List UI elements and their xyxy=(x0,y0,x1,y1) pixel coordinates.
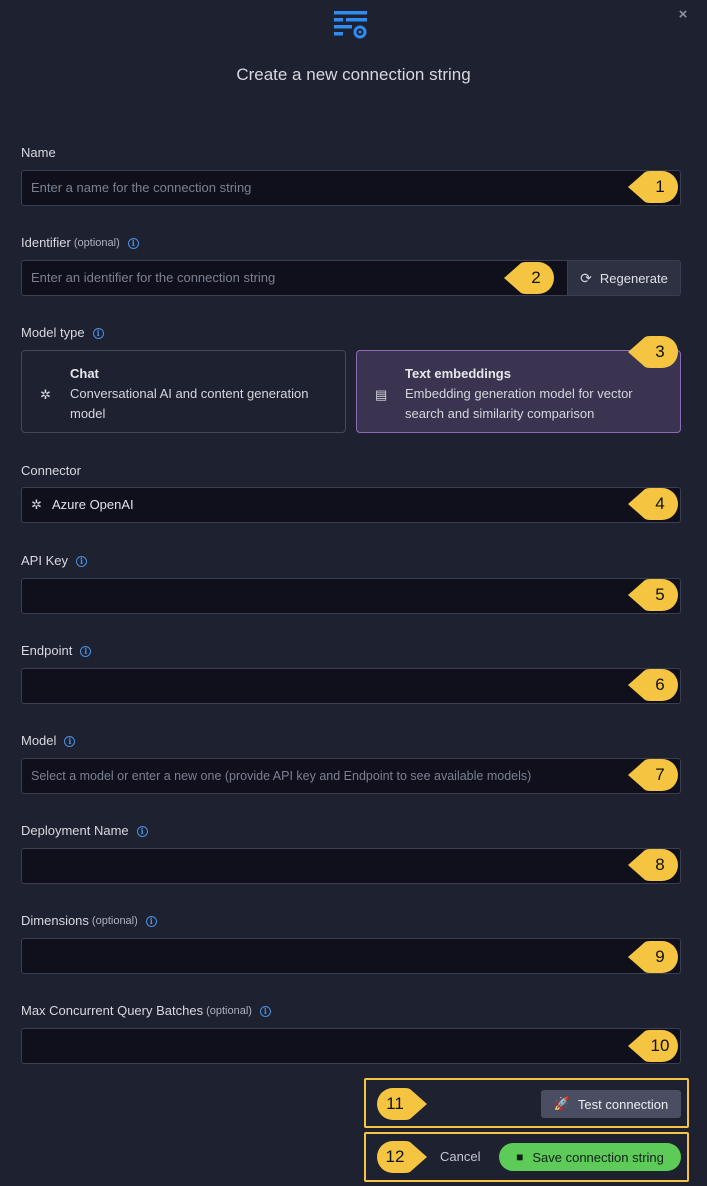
refresh-icon: ⟳ xyxy=(580,269,592,286)
identifier-input[interactable]: Enter an identifier for the connection s… xyxy=(21,260,568,296)
name-input[interactable]: Enter a name for the connection string xyxy=(21,170,681,206)
dimensions-input[interactable] xyxy=(21,938,681,974)
info-icon[interactable]: i xyxy=(64,735,76,747)
info-icon[interactable]: i xyxy=(80,645,92,657)
connection-string-icon xyxy=(333,10,369,40)
save-connection-string-button[interactable]: ■ Save connection string xyxy=(499,1143,681,1171)
model-input[interactable]: Select a model or enter a new one (provi… xyxy=(21,758,681,794)
callout-marker: 1 xyxy=(627,170,679,204)
endpoint-label: Endpoint i xyxy=(21,643,92,659)
callout-marker: 11 xyxy=(376,1087,428,1121)
info-icon[interactable]: i xyxy=(92,327,104,339)
model-label: Model i xyxy=(21,733,76,749)
api-key-label: API Key i xyxy=(21,553,87,569)
identifier-label: Identifier (optional) i xyxy=(21,235,139,251)
dialog-title: Create a new connection string xyxy=(236,65,471,84)
callout-marker: 10 xyxy=(627,1029,679,1063)
callout-marker: 5 xyxy=(627,578,679,612)
regenerate-button[interactable]: ⟳ Regenerate xyxy=(567,260,681,296)
model-type-chat-card[interactable]: ✲ Chat Conversational AI and content gen… xyxy=(21,350,346,433)
chat-card-title: Chat xyxy=(70,366,99,381)
close-icon[interactable]: × xyxy=(676,7,690,23)
name-label: Name xyxy=(21,145,56,160)
callout-marker: 8 xyxy=(627,848,679,882)
endpoint-input[interactable] xyxy=(21,668,681,704)
callout-marker: 4 xyxy=(627,487,679,521)
deployment-name-input[interactable] xyxy=(21,848,681,884)
max-batches-label: Max Concurrent Query Batches (optional) i xyxy=(21,1003,271,1019)
api-key-input[interactable] xyxy=(21,578,681,614)
test-connection-button[interactable]: 🚀 Test connection xyxy=(541,1090,681,1118)
rocket-icon: 🚀 xyxy=(553,1096,570,1111)
callout-marker: 3 xyxy=(627,335,679,369)
info-icon[interactable]: i xyxy=(75,555,87,567)
chat-card-description: Conversational AI and content generation… xyxy=(70,386,309,421)
callout-marker: 9 xyxy=(627,940,679,974)
ai-brain-icon: ✲ xyxy=(40,387,51,402)
dimensions-label: Dimensions (optional) i xyxy=(21,913,157,929)
info-icon[interactable]: i xyxy=(136,825,148,837)
connector-select[interactable]: Azure OpenAI xyxy=(21,487,681,523)
callout-marker: 12 xyxy=(376,1140,428,1174)
openai-icon: ✲ xyxy=(31,497,42,512)
connector-label: Connector xyxy=(21,463,81,478)
text-embeddings-card-description: Embedding generation model for vector se… xyxy=(405,386,633,421)
save-icon: ■ xyxy=(516,1150,524,1164)
model-type-label: Model type i xyxy=(21,325,104,341)
document-icon: ▤ xyxy=(375,387,388,402)
max-batches-input[interactable] xyxy=(21,1028,681,1064)
info-icon[interactable]: i xyxy=(259,1005,271,1017)
deployment-name-label: Deployment Name i xyxy=(21,823,148,839)
callout-marker: 7 xyxy=(627,758,679,792)
callout-marker: 2 xyxy=(503,261,555,295)
info-icon[interactable]: i xyxy=(127,237,139,249)
cancel-button[interactable]: Cancel xyxy=(440,1149,480,1164)
callout-marker: 6 xyxy=(627,668,679,702)
info-icon[interactable]: i xyxy=(145,915,157,927)
